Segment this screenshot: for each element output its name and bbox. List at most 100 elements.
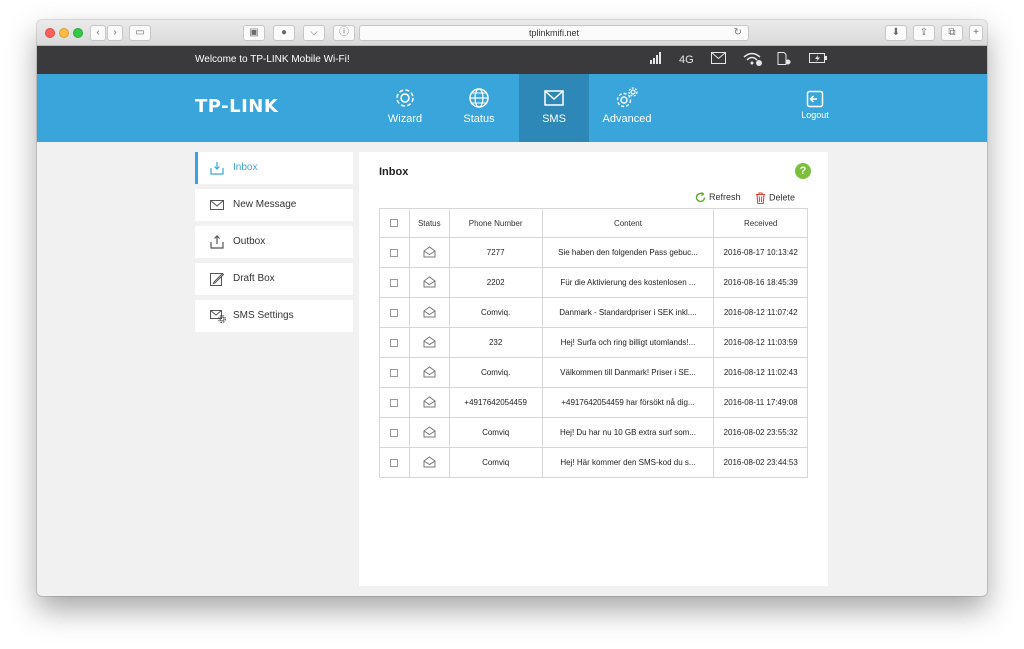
extension-icon[interactable]: ▣ [243, 25, 265, 41]
reload-icon[interactable]: ↻ [734, 26, 742, 40]
zoom-window-button[interactable] [73, 28, 83, 38]
row-content[interactable]: Sie haben den folgenden Pass gebuc... [541, 237, 715, 268]
row-status-cell [408, 387, 450, 418]
row-received: 2016-08-16 18:45:39 [713, 267, 808, 298]
row-received: 2016-08-17 10:13:42 [713, 237, 808, 268]
row-checkbox[interactable] [390, 398, 399, 407]
row-checkbox[interactable] [390, 368, 399, 377]
select-all-cell [379, 208, 410, 238]
status-strip: Welcome to TP-LINK Mobile Wi-Fi! 4G [37, 46, 987, 74]
sim-card-icon [777, 52, 791, 68]
row-checkbox[interactable] [390, 248, 399, 257]
row-phone-number: 7277 [448, 237, 543, 268]
select-all-checkbox[interactable] [390, 219, 399, 228]
row-content[interactable]: +4917642054459 har försökt nå dig... [541, 387, 715, 418]
sidebar-item-outbox[interactable]: Outbox [195, 226, 353, 258]
row-content[interactable]: Hej! Du har nu 10 GB extra surf som... [541, 417, 715, 448]
sms-status-icon[interactable] [711, 52, 726, 67]
row-phone-number: Comviq [448, 417, 543, 448]
table-row[interactable]: 232 Hej! Surfa och ring billigt utomlands… [379, 327, 808, 358]
draft-icon [210, 272, 224, 286]
nav-status[interactable]: Status [444, 74, 514, 142]
sidebar-item-draft-box[interactable]: Draft Box [195, 263, 353, 295]
read-message-icon [423, 305, 436, 320]
tabs-icon[interactable]: ⧉ [941, 25, 963, 41]
row-checkbox[interactable] [390, 428, 399, 437]
download-icon[interactable]: ⬇ [885, 25, 907, 41]
globe-icon [469, 88, 489, 108]
table-row[interactable]: Comviq. Danmark - Standardpriser i SEK in… [379, 297, 808, 328]
sidebar-item-inbox[interactable]: Inbox [195, 152, 353, 184]
logout-button[interactable]: Logout [799, 90, 831, 120]
sms-settings-icon [210, 310, 226, 323]
table-row[interactable]: Comviq Hej! Här kommer den SMS-kod du s..… [379, 447, 808, 478]
gears-icon [616, 87, 638, 108]
row-checkbox[interactable] [390, 278, 399, 287]
inbox-rows: 7277 Sie haben den folgenden Pass gebuc..… [379, 237, 808, 478]
row-select-cell [379, 387, 410, 418]
nav-sms-label: SMS [542, 113, 566, 125]
table-row[interactable]: +4917642054459 +4917642054459 har försökt… [379, 387, 808, 418]
row-status-cell [408, 237, 450, 268]
table-header-row: Status Phone Number Content Received [379, 208, 808, 238]
row-status-cell [408, 447, 450, 478]
row-checkbox[interactable] [390, 308, 399, 317]
help-icon[interactable]: ? [795, 163, 811, 179]
row-select-cell [379, 417, 410, 448]
row-select-cell [379, 297, 410, 328]
row-phone-number: Comviq [448, 447, 543, 478]
info-icon[interactable]: ⓘ [333, 25, 355, 41]
row-content[interactable]: Hej! Här kommer den SMS-kod du s... [541, 447, 715, 478]
nav-wizard[interactable]: Wizard [370, 74, 440, 142]
table-row[interactable]: 7277 Sie haben den folgenden Pass gebuc..… [379, 237, 808, 268]
table-row[interactable]: Comviq. Välkommen till Danmark! Priser i … [379, 357, 808, 388]
row-received: 2016-08-12 11:03:59 [713, 327, 808, 358]
row-content[interactable]: Für die Aktivierung des kostenlosen ... [541, 267, 715, 298]
read-message-icon [423, 245, 436, 260]
row-phone-number: Comviq. [448, 357, 543, 388]
row-content[interactable]: Danmark - Standardpriser i SEK inkl.... [541, 297, 715, 328]
row-content[interactable]: Hej! Surfa och ring billigt utomlands!..… [541, 327, 715, 358]
row-phone-number: Comviq. [448, 297, 543, 328]
close-window-button[interactable] [45, 28, 55, 38]
address-bar[interactable]: tplinkmifi.net ↻ [359, 25, 749, 41]
nav-sms[interactable]: SMS [519, 74, 589, 142]
new-tab-icon[interactable]: + [969, 25, 983, 41]
refresh-button[interactable]: Refresh [695, 192, 741, 203]
back-icon[interactable]: ‹ [90, 25, 106, 41]
row-received: 2016-08-12 11:07:42 [713, 297, 808, 328]
table-row[interactable]: Comviq Hej! Du har nu 10 GB extra surf so… [379, 417, 808, 448]
share-icon[interactable]: ⇪ [913, 25, 935, 41]
row-status-cell [408, 417, 450, 448]
minimize-window-button[interactable] [59, 28, 69, 38]
row-content[interactable]: Välkommen till Danmark! Priser i SE... [541, 357, 715, 388]
pocket-icon[interactable]: ⌵ [303, 25, 325, 41]
welcome-text: Welcome to TP-LINK Mobile Wi-Fi! [195, 54, 350, 65]
row-received: 2016-08-12 11:02:43 [713, 357, 808, 388]
panel-title: Inbox [379, 166, 409, 178]
wifi-icon [743, 52, 763, 69]
sidebar-item-new-message[interactable]: New Message [195, 189, 353, 221]
refresh-icon [695, 192, 706, 203]
row-status-cell [408, 327, 450, 358]
nav-advanced[interactable]: Advanced [593, 74, 661, 142]
browser-window: ‹ › ▭ ▣ ● ⌵ ⓘ tplinkmifi.net ↻ ⬇ ⇪ ⧉ + W… [37, 20, 987, 596]
read-message-icon [423, 395, 436, 410]
gear-icon [396, 89, 414, 107]
row-received: 2016-08-02 23:44:53 [713, 447, 808, 478]
network-type: 4G [679, 54, 694, 66]
row-checkbox[interactable] [390, 458, 399, 467]
row-checkbox[interactable] [390, 338, 399, 347]
row-status-cell [408, 297, 450, 328]
sidebar-item-label: SMS Settings [233, 310, 294, 321]
ublock-icon[interactable]: ● [273, 25, 295, 41]
row-select-cell [379, 447, 410, 478]
delete-button[interactable]: Delete [755, 192, 795, 204]
sidebar-icon[interactable]: ▭ [129, 25, 151, 41]
sidebar-item-sms-settings[interactable]: SMS Settings [195, 300, 353, 332]
envelope-icon [210, 200, 224, 210]
forward-icon[interactable]: › [107, 25, 123, 41]
trash-icon [756, 192, 765, 204]
table-row[interactable]: 2202 Für die Aktivierung des kostenlosen … [379, 267, 808, 298]
refresh-label: Refresh [709, 192, 741, 202]
